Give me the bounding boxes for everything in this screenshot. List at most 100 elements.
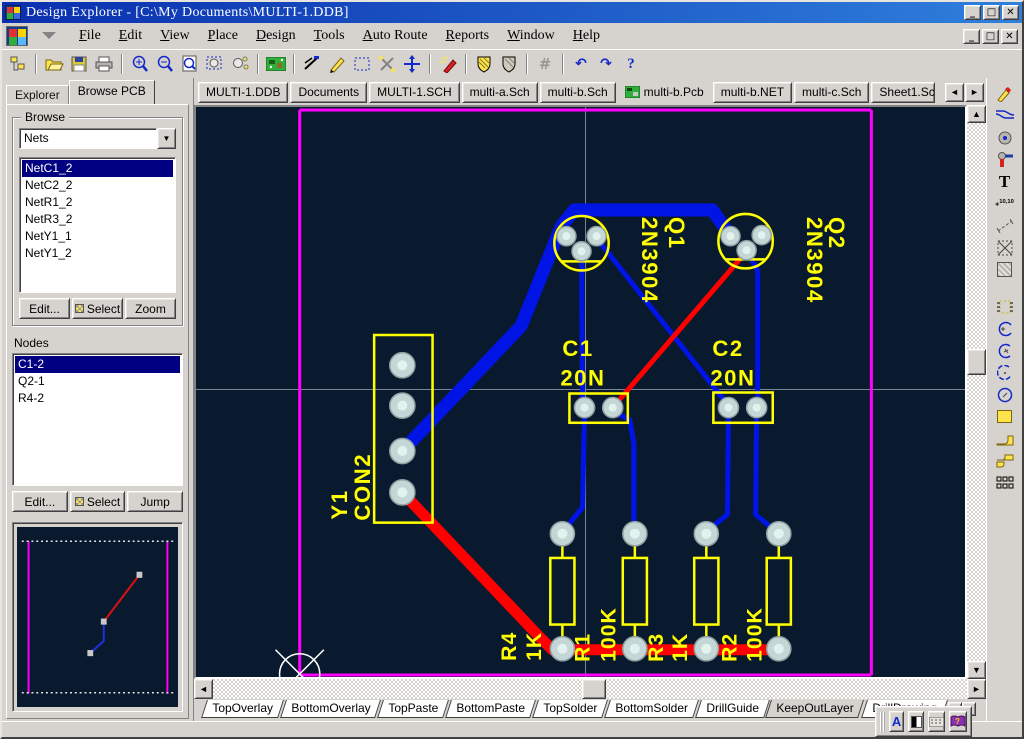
doc-tab-multi-b-net[interactable]: multi-b.NET <box>713 82 792 103</box>
menu-tools[interactable]: Tools <box>305 25 354 47</box>
scroll-right-icon[interactable]: ► <box>967 679 986 699</box>
scroll-up-icon[interactable]: ▲ <box>967 105 986 123</box>
layer-tab-topsolder[interactable]: TopSolder <box>532 700 608 718</box>
save-icon[interactable] <box>67 53 91 76</box>
help-book-icon[interactable]: ? <box>949 711 967 732</box>
doc-tab-sheet1-sch[interactable]: Sheet1.Sch <box>871 82 935 103</box>
menu-window[interactable]: Window <box>498 25 564 47</box>
pcb-board-icon[interactable] <box>264 53 288 76</box>
multi-route-icon[interactable] <box>992 106 1018 125</box>
browse-mode-combo[interactable]: Nets ▼ <box>19 128 176 149</box>
pcb-viewport[interactable]: Q1 2N3904 Q2 2N3904 C1 20N C2 20N Y1 CON… <box>194 105 967 679</box>
zoom-points-icon[interactable] <box>228 53 252 76</box>
move-selection-icon[interactable] <box>375 53 399 76</box>
tab-browse-pcb[interactable]: Browse PCB <box>69 80 155 104</box>
pad-tool-icon[interactable] <box>992 128 1018 147</box>
nodes-list[interactable]: C1-2 Q2-1 R4-2 <box>12 353 183 486</box>
doc-tab-multi1-ddb[interactable]: MULTI-1.DDB <box>198 82 288 103</box>
measure-icon[interactable] <box>300 53 324 76</box>
pad-array-icon[interactable] <box>992 473 1018 492</box>
node-select-button[interactable]: Select <box>70 491 126 512</box>
browse-mode-value[interactable]: Nets <box>19 128 157 149</box>
layer-tab-bottompaste[interactable]: BottomPaste <box>445 700 536 718</box>
mdi-minimize-button[interactable]: _ <box>963 29 980 44</box>
close-button[interactable]: ✕ <box>1002 5 1019 20</box>
shield-fill-icon[interactable] <box>472 53 496 76</box>
pcb-canvas[interactable]: Q1 2N3904 Q2 2N3904 C1 20N C2 20N Y1 CON… <box>196 107 965 677</box>
menu-design[interactable]: Design <box>247 25 305 47</box>
doc-tab-multi-a-sch[interactable]: multi-a.Sch <box>462 82 538 103</box>
node-jump-button[interactable]: Jump <box>127 491 183 512</box>
list-item-net[interactable]: NetC2_2 <box>22 177 173 194</box>
list-item-node[interactable]: Q2-1 <box>15 373 180 390</box>
menu-auto-route[interactable]: Auto Route <box>354 25 437 47</box>
minimize-button[interactable]: _ <box>964 5 981 20</box>
text-tool-icon[interactable]: T <box>992 172 1018 191</box>
via-tool-icon[interactable] <box>992 150 1018 169</box>
floating-toolbar[interactable]: A ? <box>875 706 972 737</box>
grid-icon[interactable]: # <box>533 53 557 76</box>
polygon-plane-icon[interactable] <box>992 260 1018 279</box>
wizard-icon[interactable] <box>436 53 460 76</box>
paste-shape-icon[interactable] <box>992 429 1018 448</box>
vertical-scroll-thumb[interactable] <box>967 349 986 375</box>
fill-tool-icon[interactable] <box>992 407 1018 426</box>
select-area-icon[interactable] <box>350 53 374 76</box>
coordinate-tool-icon[interactable]: +10,10 <box>992 194 1018 213</box>
tab-explorer[interactable]: Explorer <box>6 85 69 104</box>
nets-list[interactable]: NetC1_2 NetC2_2 NetR1_2 NetR3_2 NetY1_1 … <box>19 157 176 293</box>
move-cross-icon[interactable] <box>400 53 424 76</box>
list-item-net[interactable]: NetR3_2 <box>22 211 173 228</box>
zoom-document-icon[interactable] <box>178 53 202 76</box>
system-dropdown-icon[interactable] <box>42 32 56 46</box>
horizontal-scroll-thumb[interactable] <box>582 679 606 699</box>
dimension-tool-icon[interactable] <box>992 216 1018 235</box>
arc-edge-icon[interactable] <box>992 319 1018 338</box>
keepout-region-icon[interactable] <box>992 238 1018 257</box>
highlight-pen-icon[interactable] <box>325 53 349 76</box>
list-item-node[interactable]: R4-2 <box>15 390 180 407</box>
net-select-button[interactable]: Select <box>72 298 123 319</box>
horizontal-scrollbar[interactable]: ◄ ► <box>194 679 986 699</box>
zoom-in-icon[interactable] <box>128 53 152 76</box>
mdi-close-button[interactable]: ✕ <box>1001 29 1018 44</box>
vertical-scrollbar[interactable]: ▲ ▼ <box>967 105 986 679</box>
menu-file[interactable]: File <box>70 25 110 47</box>
doc-tab-multi-c-sch[interactable]: multi-c.Sch <box>794 82 869 103</box>
circle-tool-icon[interactable] <box>992 385 1018 404</box>
net-zoom-button[interactable]: Zoom <box>125 298 176 319</box>
combo-dropdown-icon[interactable]: ▼ <box>157 128 176 149</box>
list-item-net[interactable]: NetY1_2 <box>22 245 173 262</box>
menu-help[interactable]: Help <box>564 25 609 47</box>
track-tool-icon[interactable] <box>992 84 1018 103</box>
net-preview-panel[interactable] <box>12 522 183 712</box>
app-menu-icon[interactable] <box>6 26 28 46</box>
undo-icon[interactable]: ↶ <box>569 53 593 76</box>
pads[interactable] <box>390 226 791 661</box>
layer-tab-bottomoverlay[interactable]: BottomOverlay <box>280 700 381 718</box>
list-item-net[interactable]: NetC1_2 <box>22 160 173 177</box>
arc-center-icon[interactable] <box>992 341 1018 360</box>
list-item-node[interactable]: C1-2 <box>15 356 180 373</box>
layer-tab-keepoutlayer[interactable]: KeepOutLayer <box>765 700 864 718</box>
toolbar-grip-handle[interactable] <box>880 712 885 732</box>
help-icon[interactable]: ? <box>619 53 643 76</box>
restore-button[interactable]: □ <box>983 5 1000 20</box>
text-a-icon[interactable]: A <box>889 711 905 732</box>
paste-array-icon[interactable] <box>992 451 1018 470</box>
shield-clear-icon[interactable] <box>497 53 521 76</box>
net-edit-button[interactable]: Edit... <box>19 298 70 319</box>
menu-edit[interactable]: Edit <box>110 25 151 47</box>
list-item-net[interactable]: NetY1_1 <box>22 228 173 245</box>
doc-tab-scroll-left-icon[interactable]: ◄ <box>945 83 964 102</box>
keyboard-icon[interactable] <box>928 711 945 732</box>
mdi-restore-button[interactable]: □ <box>982 29 999 44</box>
component-tool-icon[interactable] <box>992 297 1018 316</box>
layer-tab-bottomsolder[interactable]: BottomSolder <box>604 700 699 718</box>
scroll-down-icon[interactable]: ▼ <box>967 661 986 679</box>
design-manager-icon[interactable] <box>6 53 30 76</box>
node-edit-button[interactable]: Edit... <box>12 491 68 512</box>
contrast-panel-icon[interactable] <box>908 711 924 732</box>
zoom-area-icon[interactable] <box>203 53 227 76</box>
menu-reports[interactable]: Reports <box>437 25 499 47</box>
